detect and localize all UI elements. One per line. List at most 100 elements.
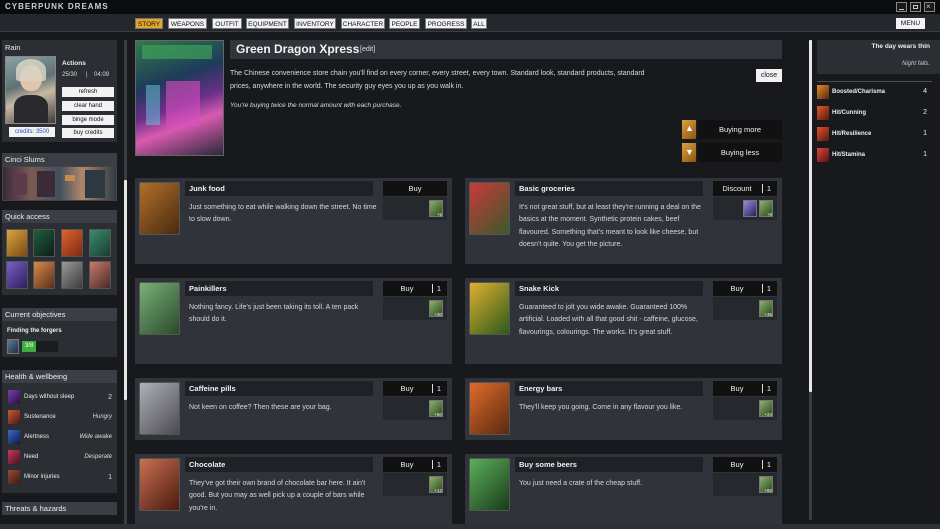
buy-button[interactable]: Buy 1 xyxy=(713,281,777,296)
item-card: Energy bars They'll keep you going. Come … xyxy=(465,378,782,440)
reward-value: +36 xyxy=(764,312,772,317)
buy-button[interactable]: Buy 1 xyxy=(713,457,777,472)
objective-label[interactable]: Finding the forgers xyxy=(7,328,62,334)
left-scrollbar[interactable] xyxy=(124,40,127,525)
tab-inventory[interactable]: INVENTORY xyxy=(294,18,336,29)
player-panel: Rain credits: 3500 Actions 25/30 | 04:09… xyxy=(2,40,117,142)
store-description: The Chinese convenience store chain you'… xyxy=(230,70,645,90)
tab-character[interactable]: CHARACTER xyxy=(341,18,385,29)
close-button[interactable]: close xyxy=(756,69,782,82)
title-bar: CYBERPUNK DREAMS × xyxy=(0,0,940,14)
close-window-icon[interactable]: × xyxy=(924,2,935,12)
stat-row[interactable]: Hit/Cunning 2 xyxy=(817,104,929,122)
buy-button[interactable]: Buy 1 xyxy=(383,281,447,296)
reward-card-icon[interactable]: +36 xyxy=(759,300,773,317)
stat-row[interactable]: Hit/Resilience 1 xyxy=(817,125,929,143)
location-image[interactable] xyxy=(2,166,117,201)
refresh-button[interactable]: refresh xyxy=(62,87,114,97)
stat-value: 1 xyxy=(923,130,927,137)
main-scrollbar-thumb[interactable] xyxy=(809,40,812,392)
discount-button[interactable]: Discount 1 xyxy=(713,181,777,196)
left-scrollbar-thumb[interactable] xyxy=(124,180,127,400)
reward-card-icon[interactable]: +8 xyxy=(759,200,773,217)
buying-less-button[interactable]: ▼ Buying less xyxy=(682,143,782,162)
item-card: Buy some beers You just need a crate of t… xyxy=(465,454,782,524)
quantity-label: 1 xyxy=(766,460,771,469)
item-thumbnail xyxy=(139,282,180,335)
quick-access-card-icon[interactable] xyxy=(6,261,28,289)
binge-mode-button[interactable]: binge mode xyxy=(62,115,114,125)
reward-card-icon[interactable]: +24 xyxy=(759,400,773,417)
player-name: Rain xyxy=(5,43,21,52)
quick-access-card-icon[interactable] xyxy=(33,261,55,289)
item-card: Basic groceries It's not great stuff, but… xyxy=(465,178,782,264)
credits-label[interactable]: credits: 3500 xyxy=(9,127,55,137)
objectives-panel: Finding the forgers 3/8 xyxy=(2,321,117,357)
menu-button[interactable]: MENU xyxy=(896,18,925,29)
item-description: They'll keep you going. Come in any flav… xyxy=(519,404,683,411)
item-description: They've got their own brand of chocolate… xyxy=(189,480,366,512)
tab-story[interactable]: STORY xyxy=(135,18,163,29)
avatar[interactable] xyxy=(5,56,56,124)
clear-hand-button[interactable]: clear hand xyxy=(62,101,114,111)
reward-card-icon[interactable]: +60 xyxy=(429,400,443,417)
tab-weapons[interactable]: WEAPONS xyxy=(168,18,207,29)
tab-equipment[interactable]: EQUIPMENT xyxy=(246,18,289,29)
tab-progress[interactable]: PROGRESS xyxy=(425,18,467,29)
quick-access-card-icon[interactable] xyxy=(89,261,111,289)
item-description: Guaranteed to jolt you wide awake. Guara… xyxy=(519,304,698,336)
item-title: Caffeine pills xyxy=(185,381,373,396)
reward-card-icon[interactable]: +5 xyxy=(429,200,443,217)
nav-bar: STORY WEAPONS OUTFIT EQUIPMENT INVENTORY… xyxy=(0,14,940,32)
store-image xyxy=(135,40,224,156)
item-description: Just something to eat while walking down… xyxy=(189,204,377,224)
item-title: Painkillers xyxy=(185,281,373,296)
buy-button[interactable]: Buy 1 xyxy=(713,381,777,396)
reward-card-icon[interactable]: +60 xyxy=(759,476,773,493)
actions-label: Actions xyxy=(62,60,86,67)
maximize-icon[interactable] xyxy=(910,2,921,12)
buy-credits-button[interactable]: buy credits xyxy=(62,128,114,138)
item-card: Painkillers Nothing fancy. Life's just be… xyxy=(135,278,452,364)
edit-link[interactable]: [edit] xyxy=(360,46,375,53)
reward-slot: +60 xyxy=(713,473,777,496)
objectives-title: Current objectives xyxy=(2,308,117,321)
reward-card-icon[interactable]: +30 xyxy=(429,300,443,317)
reward-slot: +8 xyxy=(713,197,777,220)
buy-button[interactable]: Buy xyxy=(383,181,447,196)
item-title: Junk food xyxy=(185,181,373,196)
quick-access-card-icon[interactable] xyxy=(61,261,83,289)
item-thumbnail xyxy=(469,182,510,235)
buy-button[interactable]: Buy 1 xyxy=(383,457,447,472)
item-card: Snake Kick Guaranteed to jolt you wide aw… xyxy=(465,278,782,364)
quick-access-card-icon[interactable] xyxy=(6,229,28,257)
reward-slot: +12 xyxy=(383,473,447,496)
stat-row[interactable]: Hit/Stamina 1 xyxy=(817,146,929,164)
item-title: Chocolate xyxy=(185,457,373,472)
item-thumbnail xyxy=(469,282,510,335)
tab-all[interactable]: ALL xyxy=(471,18,487,29)
minimize-icon[interactable] xyxy=(896,2,907,12)
quick-access-card-icon[interactable] xyxy=(89,229,111,257)
reward-card-icon[interactable] xyxy=(743,200,757,217)
main-scrollbar[interactable] xyxy=(809,40,812,520)
quick-access-card-icon[interactable] xyxy=(33,229,55,257)
tab-outfit[interactable]: OUTFIT xyxy=(212,18,242,29)
threats-title: Threats & hazards xyxy=(2,502,117,515)
health-row-days-without-sleep[interactable]: Days without sleep 2 xyxy=(8,389,116,406)
health-row-alertness[interactable]: Alertness Wide awake xyxy=(8,429,116,446)
reward-card-icon[interactable]: +12 xyxy=(429,476,443,493)
tab-people[interactable]: PEOPLE xyxy=(389,18,420,29)
health-row-minor-injuries[interactable]: Minor injuries 1 xyxy=(8,469,116,486)
buying-more-button[interactable]: ▲ Buying more xyxy=(682,120,782,139)
reward-value: +5 xyxy=(436,212,442,217)
health-row-sustenance[interactable]: Sustenance Hungry xyxy=(8,409,116,426)
objective-progress-bar: 3/8 xyxy=(22,341,58,352)
health-row-need[interactable]: Need Desperate xyxy=(8,449,116,466)
buy-button[interactable]: Buy 1 xyxy=(383,381,447,396)
stat-row[interactable]: Boosted/Charisma 4 xyxy=(817,83,929,101)
reward-slot: +30 xyxy=(383,297,447,320)
quick-access-card-icon[interactable] xyxy=(61,229,83,257)
night-quote: Night falls. xyxy=(901,61,930,67)
quantity-separator xyxy=(762,284,763,293)
